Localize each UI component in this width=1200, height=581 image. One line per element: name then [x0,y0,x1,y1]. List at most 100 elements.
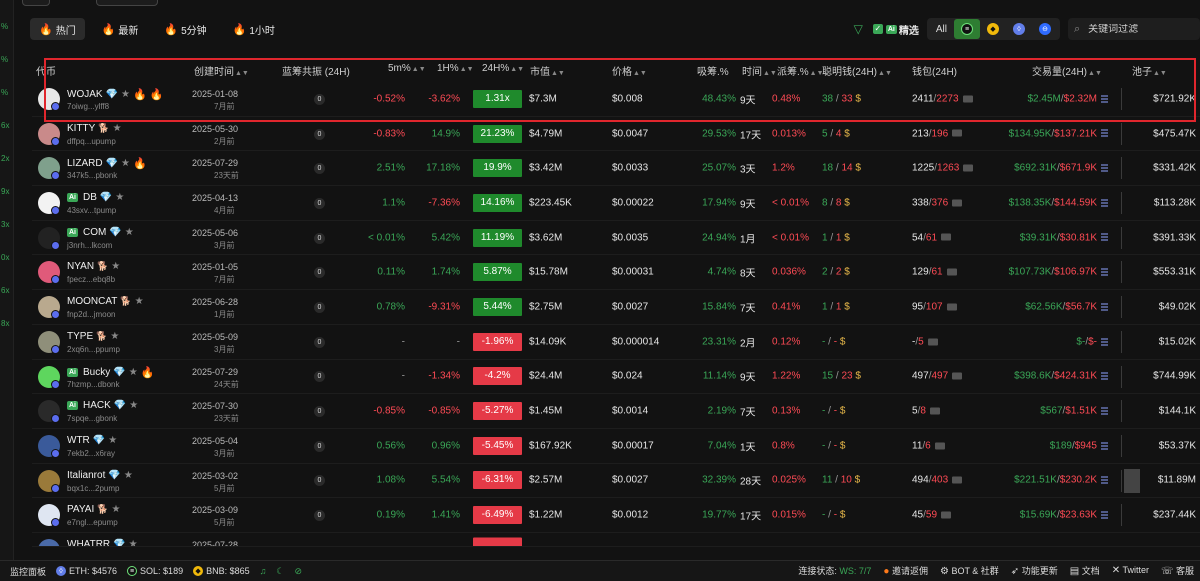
col-distribute[interactable]: 派筹.%▲▼ [777,63,824,78]
token-address[interactable]: dffpq...upump [67,137,116,146]
star-icon[interactable]: ★ [125,227,134,238]
col-bluechip[interactable]: 蓝筹共振 (24H) [282,63,350,78]
star-icon[interactable]: ★ [121,158,130,169]
token-symbol[interactable]: Ai Bucky 💎 ★ 🔥 [67,366,154,379]
col-24h[interactable]: 24H%▲▼ [482,63,524,74]
token-address[interactable]: bqx1c...2pump [67,484,119,493]
support-link[interactable]: ☏ 客服 [1161,564,1194,577]
bot-community-link[interactable]: ⚙ BOT & 社群 [940,564,999,577]
tab-1[interactable]: 🔥 最新 [93,18,148,40]
table-row[interactable]: Italianrot 💎 ★ bqx1c...2pump 2025-03-02 5月前 0 1… [32,464,1200,499]
col-smart-money[interactable]: 聪明钱(24H)▲▼ [822,63,892,78]
col-created[interactable]: 创建时间▲▼ [194,63,249,78]
star-icon[interactable]: ★ [110,331,119,342]
table-row[interactable]: WHATRR 💎 ★ 2025-07-28 [32,533,1200,547]
bluechip-value: 0 [314,440,325,452]
star-icon[interactable]: ★ [111,261,120,272]
col-time[interactable]: 时间▲▼ [742,63,777,78]
table-row[interactable]: NYAN 🐕 ★ fpecz...ebq8b 2025-01-05 7月前 0 0.11% 1.… [32,255,1200,291]
chain-base-button[interactable]: ⊖ [1032,19,1058,39]
star-icon[interactable]: ★ [129,539,138,546]
table-row[interactable]: LIZARD 💎 ★ 🔥 347k5...pbonk 2025-07-29 23天前 0 2.5… [32,151,1200,187]
star-icon[interactable]: ★ [121,89,130,100]
chain-eth-button[interactable]: ◊ [1006,19,1032,39]
token-avatar[interactable] [38,538,60,546]
table-row[interactable]: WOJAK 💎 ★ 🔥 🔥 7oiwg...ylff8 2025-01-08 7月前 0 -0.5… [32,82,1200,117]
keyword-filter-input[interactable] [1088,23,1189,35]
table-row[interactable]: Ai DB 💎 ★ 43sxv...tpump 2025-04-13 4月前 0 1.1% -7.… [32,186,1200,221]
table-row[interactable]: Ai COM 💎 ★ j3nrh...lkcom 2025-05-06 3月前 0 < 0.01… [32,221,1200,256]
star-icon[interactable]: ★ [108,435,117,446]
table-row[interactable]: WTR 💎 ★ 7ekb2...x6ray 2025-05-04 3月前 0 0.56% 0.9… [32,429,1200,464]
star-icon[interactable]: ★ [111,504,120,515]
star-icon[interactable]: ★ [115,192,124,203]
token-symbol[interactable]: KITTY 🐕 ★ [67,123,122,134]
featured-toggle-label[interactable]: 精选 [899,22,919,37]
tab-3[interactable]: 🔥 1小时 [224,18,284,40]
chain-all-button[interactable]: All [929,24,954,35]
table-row[interactable]: MOONCAT 🐕 ★ fnp2d...jmoon 2025-06-28 1月前 0 0.78… [32,290,1200,325]
token-address[interactable]: 7hzmp...dbonk [67,380,119,389]
star-icon[interactable]: ★ [129,400,138,411]
token-address[interactable]: e7ngl...epump [67,518,118,527]
col-price[interactable]: 价格▲▼ [612,63,647,78]
token-address[interactable]: 43sxv...tpump [67,206,116,215]
token-symbol[interactable]: TYPE 🐕 ★ [67,331,119,342]
chain-bnb-button[interactable]: ◆ [980,19,1006,39]
star-icon[interactable]: ★ [124,470,133,481]
top-tab-stub[interactable] [22,0,50,6]
token-address[interactable]: 347k5...pbonk [67,171,117,180]
star-icon[interactable]: ★ [129,367,138,378]
token-symbol[interactable]: WOJAK 💎 ★ 🔥 🔥 [67,88,163,101]
moon-icon[interactable]: ☾ [276,566,284,577]
table-row[interactable]: KITTY 🐕 ★ dffpq...upump 2025-05-30 2月前 0 -0.83%… [32,117,1200,152]
table-row[interactable]: PAYAI 🐕 ★ e7ngl...epump 2025-03-09 5月前 0 0.19% 1… [32,498,1200,533]
sound-icon[interactable]: ♫ [260,566,267,576]
monitor-panel-button[interactable]: 监控面板 [10,565,46,578]
col-wallet[interactable]: 钱包(24H) [912,63,957,78]
tab-label: 热门 [55,25,76,37]
token-symbol[interactable]: MOONCAT 🐕 ★ [67,296,144,307]
token-symbol[interactable]: WHATRR 💎 ★ [67,539,138,546]
invite-rebate-link[interactable]: ● 邀请返佣 [883,564,928,577]
tab-2[interactable]: 🔥 5分钟 [155,18,215,40]
table-row[interactable]: TYPE 🐕 ★ 2xq6n...ppump 2025-05-09 3月前 0- - -1.96… [32,325,1200,360]
token-symbol[interactable]: Ai DB 💎 ★ [67,192,124,203]
token-address[interactable]: fpecz...ebq8b [67,275,115,284]
docs-link[interactable]: ▤ 文档 [1070,564,1100,577]
token-address[interactable]: 7ekb2...x6ray [67,449,115,458]
column-divider [1121,226,1122,249]
feature-updates-link[interactable]: ➶ 功能更新 [1011,564,1058,577]
token-address[interactable]: 7spqe...gbonk [67,414,117,423]
col-5m[interactable]: 5m%▲▼ [388,63,426,74]
col-token[interactable]: 代币 [36,63,56,78]
token-address[interactable]: 2xq6n...ppump [67,345,120,354]
token-symbol[interactable]: Ai HACK 💎 ★ [67,400,138,411]
checkbox-checked-icon[interactable]: ✓ [872,24,883,34]
change-5m: 0.78% [376,301,405,313]
col-absorb[interactable]: 吸筹.% [697,63,729,78]
token-address[interactable]: 7oiwg...ylff8 [67,102,109,111]
col-pool[interactable]: 池子▲▼ [1132,63,1167,78]
col-volume[interactable]: 交易量(24H)▲▼ [1032,63,1102,78]
table-row[interactable]: Ai Bucky 💎 ★ 🔥 7hzmp...dbonk 2025-07-29 24天前 0 - -… [32,360,1200,395]
star-icon[interactable]: ★ [113,123,122,134]
token-symbol[interactable]: PAYAI 🐕 ★ [67,504,120,515]
token-symbol[interactable]: Ai COM 💎 ★ [67,227,134,238]
token-address[interactable]: fnp2d...jmoon [67,310,115,319]
tab-0[interactable]: 🔥 热门 [30,18,85,40]
twitter-link[interactable]: ✕ Twitter [1112,565,1149,576]
token-symbol[interactable]: NYAN 🐕 ★ [67,261,120,272]
token-symbol[interactable]: Italianrot 💎 ★ [67,470,133,481]
token-symbol[interactable]: WTR 💎 ★ [67,435,117,446]
eye-off-icon[interactable]: ⊘ [294,566,302,577]
token-symbol[interactable]: LIZARD 💎 ★ 🔥 [67,157,147,170]
top-tab-stub[interactable] [96,0,158,6]
token-address[interactable]: j3nrh...lkcom [67,241,112,250]
col-1h[interactable]: 1H%▲▼ [437,63,474,74]
chain-solana-button[interactable]: ≡ [954,19,980,39]
col-mcap[interactable]: 市值▲▼ [530,63,565,78]
table-row[interactable]: Ai HACK 💎 ★ 7spqe...gbonk 2025-07-30 23天前 0 -0.8… [32,394,1200,429]
star-icon[interactable]: ★ [135,296,144,307]
filter-icon[interactable]: ▽ [854,22,863,36]
